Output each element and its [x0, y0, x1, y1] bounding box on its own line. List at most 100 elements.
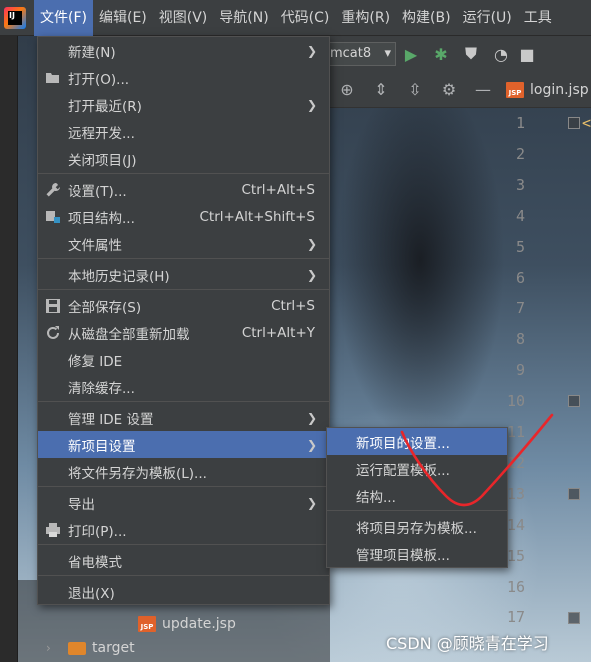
menu-separator [38, 258, 329, 259]
debug-icon[interactable]: ✱ [426, 36, 456, 72]
menu-run[interactable]: 运行(U) [457, 0, 518, 36]
line-number: 17 [506, 608, 525, 627]
submenu-item[interactable]: 将项目另存为模板... [327, 513, 507, 540]
file-menu-item[interactable]: 新项目设置 ❯ [38, 431, 329, 458]
menu-item-label: 文件属性 [68, 237, 122, 254]
profile-icon[interactable]: ◔ [486, 36, 516, 72]
gear-icon[interactable]: ⚙ [432, 80, 466, 99]
file-menu-item[interactable]: 项目结构... Ctrl+Alt+Shift+S [38, 203, 329, 230]
menu-item-label: 导出 [68, 496, 95, 513]
menu-build[interactable]: 构建(B) [396, 0, 457, 36]
file-menu-item[interactable]: 全部保存(S) Ctrl+S [38, 292, 329, 319]
file-menu-item[interactable]: 清除缓存... [38, 373, 329, 400]
submenu-item[interactable]: 管理项目模板... [327, 540, 507, 567]
locate-file-icon[interactable]: ⊕ [330, 80, 364, 99]
file-menu-item[interactable]: 修复 IDE [38, 346, 329, 373]
tree-item-update-jsp[interactable]: JSP update.jsp [138, 616, 236, 632]
menu-item-shortcut: Ctrl+S [271, 297, 315, 314]
line-number: 4 [515, 206, 525, 225]
menu-separator [38, 575, 329, 576]
menu-tools[interactable]: 工具 [518, 0, 558, 36]
chevron-right-icon[interactable]: › [46, 641, 68, 655]
fold-marker-icon[interactable] [568, 117, 580, 129]
file-menu-item[interactable]: 省电模式 [38, 547, 329, 574]
save-icon [38, 298, 68, 314]
menu-item-label: 清除缓存... [68, 380, 135, 397]
file-menu-item[interactable]: 退出(X) [38, 578, 329, 605]
main-menubar: IJ 文件(F) 编辑(E) 视图(V) 导航(N) 代码(C) 重构(R) 构… [0, 0, 591, 36]
menu-edit[interactable]: 编辑(E) [93, 0, 153, 36]
menu-item-label: 从磁盘全部重新加载 [68, 326, 190, 343]
file-menu-item[interactable]: 打开最近(R) ❯ [38, 91, 329, 118]
wrench-icon [38, 182, 68, 198]
folder-open-icon [38, 71, 68, 85]
menu-navigate[interactable]: 导航(N) [213, 0, 274, 36]
menu-item-label: 关闭项目(J) [68, 152, 137, 169]
file-menu-item[interactable]: 设置(T)... Ctrl+Alt+S [38, 176, 329, 203]
file-menu-item[interactable]: 将文件另存为模板(L)... [38, 458, 329, 485]
menu-item-label: 管理 IDE 设置 [68, 411, 154, 428]
line-number: 5 [515, 237, 525, 256]
chevron-right-icon: ❯ [307, 267, 318, 282]
submenu-item[interactable]: 运行配置模板... [327, 455, 507, 482]
code-fragment: < [582, 114, 591, 132]
line-number: 3 [515, 175, 525, 194]
file-menu-item[interactable]: 文件属性 ❯ [38, 230, 329, 257]
menu-separator [327, 510, 507, 511]
coverage-icon[interactable]: ⛊ [456, 36, 486, 72]
menu-separator [38, 401, 329, 402]
chevron-down-icon: ▾ [384, 46, 391, 61]
menu-item-label: 打开(O)... [68, 71, 130, 88]
menu-item-label: 新项目设置 [68, 438, 136, 455]
line-number: 2 [515, 144, 525, 163]
file-menu-item[interactable]: 新建(N) ❯ [38, 37, 329, 64]
submenu-item-label: 结构... [356, 489, 396, 506]
project-structure-icon [38, 209, 68, 225]
submenu-item-label: 管理项目模板... [356, 547, 450, 564]
file-menu-item[interactable]: 管理 IDE 设置 ❯ [38, 404, 329, 431]
collapse-all-icon[interactable]: ⇳ [398, 80, 432, 99]
fold-marker-icon[interactable] [568, 488, 580, 500]
editor-gutter: 1 2 3 4 5 6 7 8 9 10 11 12 13 14 15 16 17 [495, 108, 565, 662]
reload-icon [38, 325, 68, 341]
submenu-item[interactable]: 新项目的设置... [327, 428, 507, 455]
menu-refactor[interactable]: 重构(R) [335, 0, 396, 36]
file-menu-item[interactable]: 打印(P)... [38, 516, 329, 543]
intellij-logo-icon: IJ [4, 6, 26, 29]
fold-marker-icon[interactable] [568, 612, 580, 624]
file-menu-item[interactable]: 从磁盘全部重新加载 Ctrl+Alt+Y [38, 319, 329, 346]
submenu-item[interactable]: 结构... [327, 482, 507, 509]
chevron-right-icon: ❯ [307, 410, 318, 425]
chevron-right-icon: ❯ [307, 43, 318, 58]
menu-view[interactable]: 视图(V) [153, 0, 214, 36]
line-number: 8 [515, 330, 525, 349]
file-menu-item[interactable]: 本地历史记录(H) ❯ [38, 261, 329, 288]
tab-login-jsp[interactable]: JSP login.jsp [506, 81, 589, 98]
stop-icon[interactable]: ■ [516, 36, 538, 72]
hide-panel-icon[interactable]: — [466, 80, 500, 99]
menu-separator [38, 289, 329, 290]
menu-item-label: 退出(X) [68, 585, 115, 602]
run-icon[interactable]: ▶ [396, 36, 426, 72]
file-menu-item[interactable]: 导出 ❯ [38, 489, 329, 516]
fold-marker-icon[interactable] [568, 395, 580, 407]
expand-all-icon[interactable]: ⇕ [364, 80, 398, 99]
line-number: 1 [515, 114, 525, 132]
file-menu-item[interactable]: 关闭项目(J) [38, 145, 329, 172]
folder-icon [68, 641, 86, 655]
tree-item-target[interactable]: › target [46, 640, 135, 656]
menu-separator [38, 544, 329, 545]
main-toolbar: mcat8 ▾ ▶ ✱ ⛊ ◔ ■ [330, 36, 591, 72]
chevron-right-icon: ❯ [307, 97, 318, 112]
menu-item-label: 将文件另存为模板(L)... [68, 465, 207, 482]
file-menu-item[interactable]: 远程开发... [38, 118, 329, 145]
run-configuration-dropdown[interactable]: mcat8 ▾ [330, 42, 396, 66]
menu-item-label: 全部保存(S) [68, 299, 142, 316]
jsp-file-icon: JSP [138, 616, 156, 632]
submenu-item-label: 将项目另存为模板... [356, 520, 477, 537]
file-menu-item[interactable]: 打开(O)... [38, 64, 329, 91]
menu-file[interactable]: 文件(F) [34, 0, 93, 36]
menu-item-label: 项目结构... [68, 210, 135, 227]
menu-item-label: 新建(N) [68, 44, 116, 61]
menu-code[interactable]: 代码(C) [275, 0, 336, 36]
